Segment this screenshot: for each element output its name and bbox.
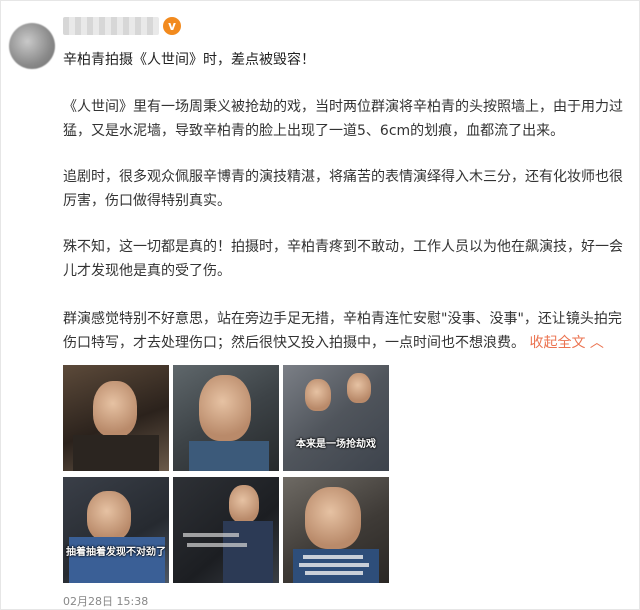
weibo-post-card: v 辛柏青拍摄《人世间》时，差点被毁容！ 《人世间》里有一场周秉义被抢劫的戏，当… — [0, 0, 640, 610]
chevron-up-icon: ︿ — [589, 335, 604, 351]
image-grid: 本来是一场抢劫戏 抽着抽着发现不对劲了 — [63, 365, 393, 583]
post-timestamp[interactable]: 02月28日 15:38 — [63, 593, 148, 609]
collapse-label: 收起全文 — [529, 335, 586, 351]
username-blurred[interactable] — [63, 17, 159, 35]
verified-badge-icon: v — [163, 17, 181, 35]
post-paragraph-2: 追剧时，很多观众佩服辛博青的演技精湛，将痛苦的表情演绎得入木三分，还有化妆师也很… — [63, 169, 623, 209]
image-3-caption: 本来是一场抢劫戏 — [296, 439, 376, 450]
post-paragraph-3: 殊不知，这一切都是真的！拍摄时，辛柏青疼到不敢动，工作人员以为他在飙演技，好一会… — [63, 239, 623, 279]
post-image-2[interactable] — [173, 365, 279, 471]
collapse-text-link[interactable]: 收起全文 ︿ — [529, 335, 603, 351]
post-image-4[interactable]: 抽着抽着发现不对劲了 — [63, 477, 169, 583]
post-image-5[interactable] — [173, 477, 279, 583]
post-paragraph-4: 群演感觉特别不好意思，站在旁边手足无措，辛柏青连忙安慰"没事、没事"，还让镜头拍… — [63, 307, 623, 355]
image-4-caption: 抽着抽着发现不对劲了 — [66, 547, 166, 558]
avatar[interactable] — [9, 23, 55, 69]
post-image-6[interactable] — [283, 477, 389, 583]
post-title: 辛柏青拍摄《人世间》时，差点被毁容！ — [63, 52, 315, 68]
post-paragraph-1: 《人世间》里有一场周秉义被抢劫的戏，当时两位群演将辛柏青的头按照墙上，由于用力过… — [63, 99, 623, 139]
post-image-1[interactable] — [63, 365, 169, 471]
post-image-3[interactable]: 本来是一场抢劫戏 — [283, 365, 389, 471]
